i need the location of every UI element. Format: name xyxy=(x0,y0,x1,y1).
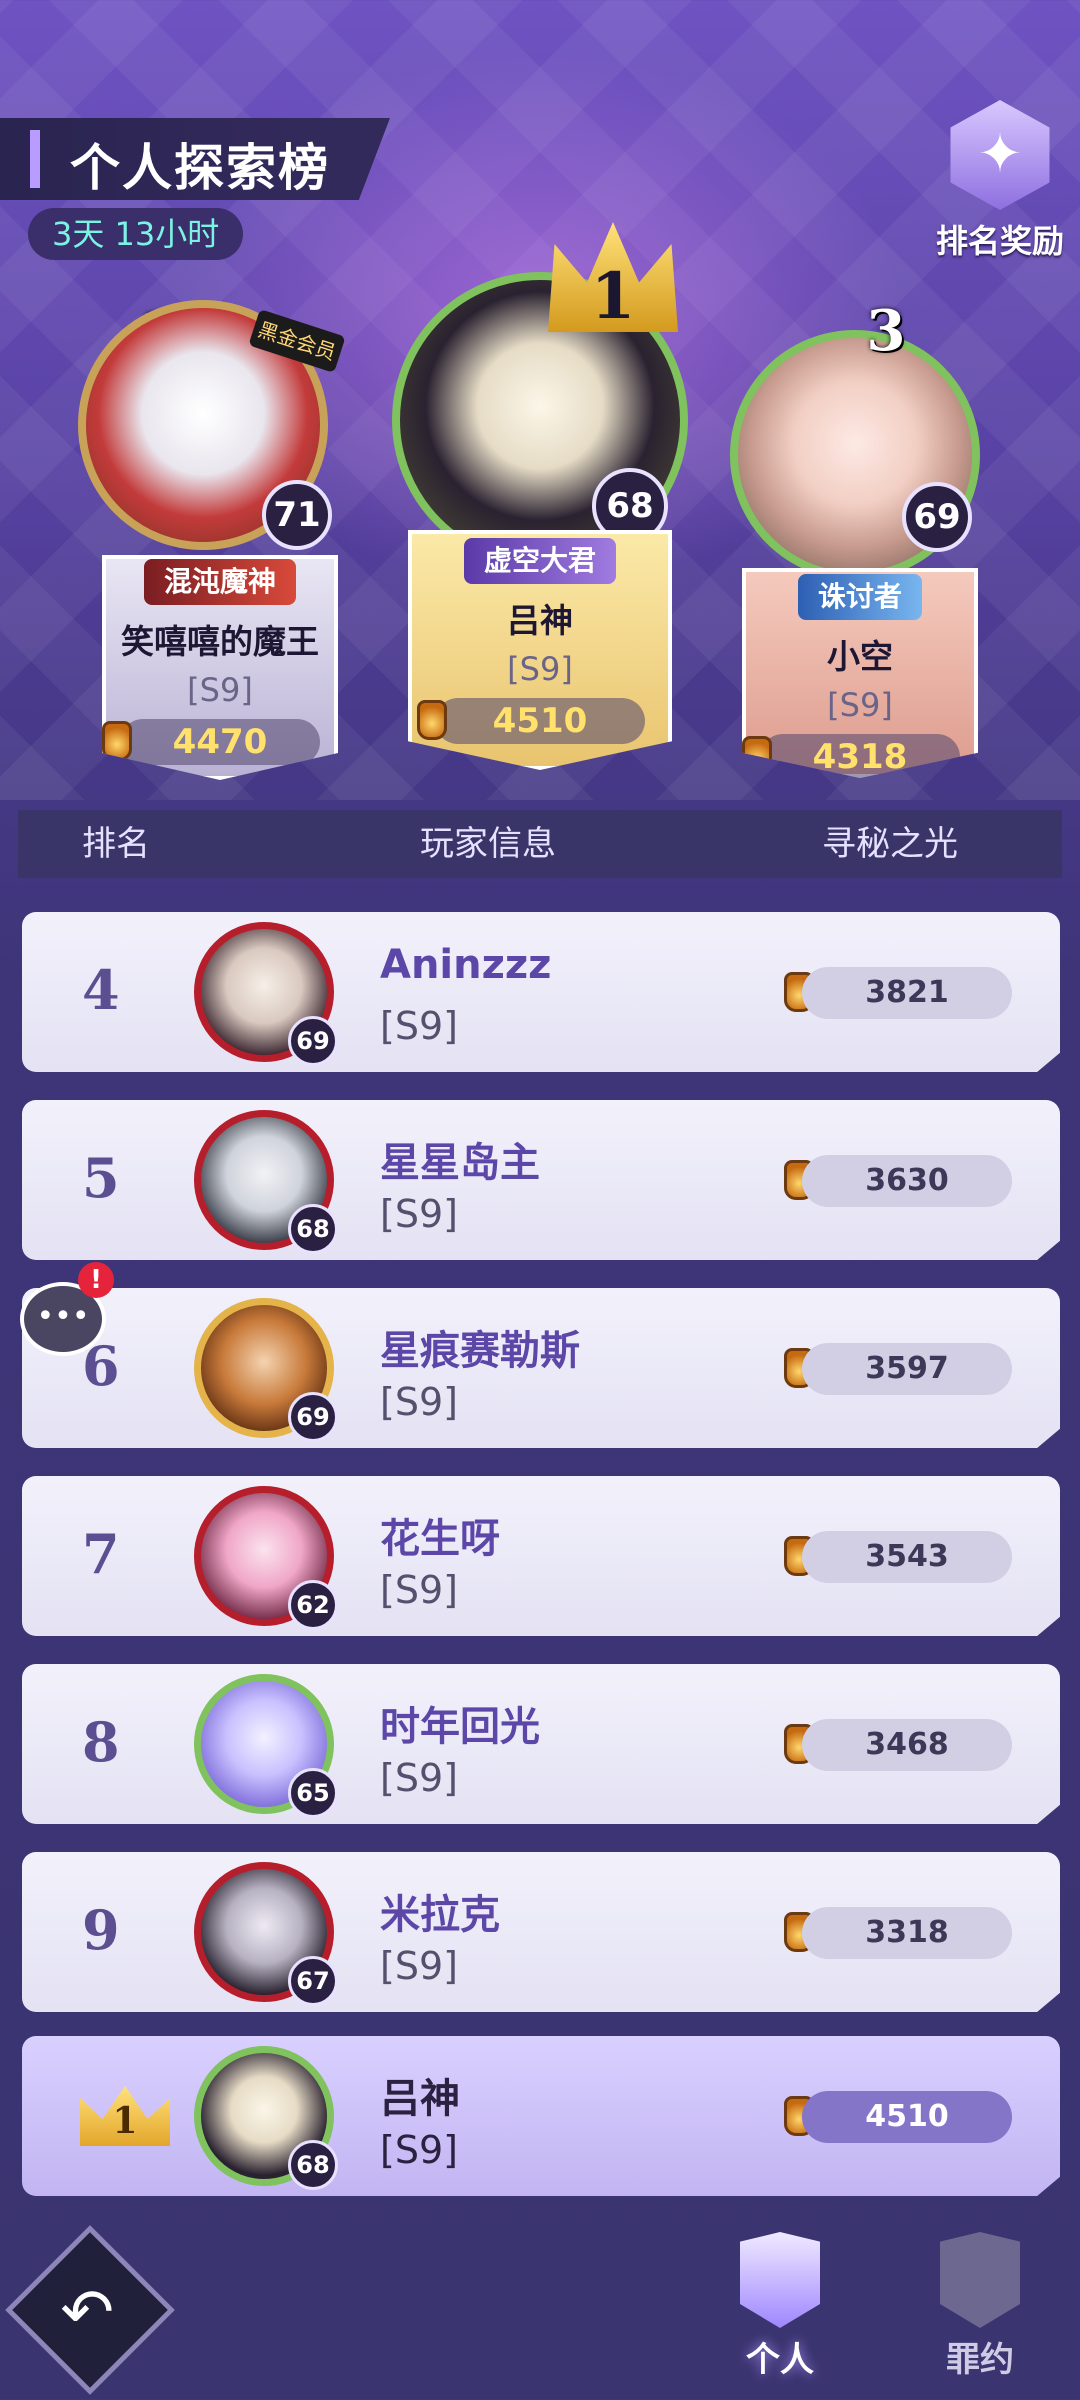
col-player-info: 玩家信息 xyxy=(420,824,556,864)
reward-label: 排名奖励 xyxy=(935,222,1064,260)
rank-reward-button[interactable]: ✦ 排名奖励 xyxy=(920,100,1080,260)
rank-number: 5 xyxy=(82,1146,120,1210)
player-server: [S9] xyxy=(380,1192,458,1236)
table-row[interactable]: 9 67 米拉克 [S9] 3318 xyxy=(22,1852,1060,2012)
lantern-icon xyxy=(417,700,447,740)
crown-shield-icon xyxy=(940,2232,1020,2328)
rank-1-crown-icon: 1 xyxy=(548,222,678,332)
rank-1-crown-icon: 1 xyxy=(80,2086,170,2146)
col-score: 寻秘之光 xyxy=(822,824,958,864)
player-name: 米拉克 xyxy=(380,1892,500,1938)
back-button[interactable]: ↶ xyxy=(5,2225,175,2395)
level-badge: 68 xyxy=(288,2140,338,2190)
player-name: 星痕赛勒斯 xyxy=(380,1328,580,1374)
player-server: [S9] xyxy=(380,1756,458,1800)
my-rank-row[interactable]: 1 68 吕神 [S9] 4510 xyxy=(22,2036,1060,2196)
player-name: 星星岛主 xyxy=(380,1140,540,1186)
player-name: 小空 xyxy=(827,637,893,676)
level-badge: 71 xyxy=(262,480,332,550)
level-badge: 67 xyxy=(288,1956,338,2006)
score-pill: 3821 xyxy=(802,967,1012,1019)
level-badge: 69 xyxy=(288,1392,338,1442)
score-pill: 4318 xyxy=(742,734,960,778)
tab-pact[interactable]: 罪约 xyxy=(910,2232,1050,2381)
lantern-icon xyxy=(742,736,772,776)
podium-plate: 虚空大君 吕神 [S9] 4510 xyxy=(408,530,672,770)
rank-number: 9 xyxy=(82,1898,120,1962)
player-name: 花生呀 xyxy=(380,1516,500,1562)
title-accent xyxy=(30,130,40,188)
podium-plate: 诛讨者 小空 [S9] 4318 xyxy=(742,568,978,778)
score-pill: 4510 xyxy=(802,2091,1012,2143)
player-server: [S9] xyxy=(380,2128,458,2172)
title-badge: 混沌魔神 xyxy=(143,559,296,605)
level-badge: 68 xyxy=(288,1204,338,1254)
rank-number: 6 xyxy=(82,1334,120,1398)
rank-number: 4 xyxy=(82,958,120,1022)
table-row[interactable]: 6 69 星痕赛勒斯 [S9] 3597 xyxy=(22,1288,1060,1448)
rank-number: 8 xyxy=(82,1710,120,1774)
level-badge: 65 xyxy=(288,1768,338,1818)
crown-shield-icon xyxy=(740,2232,820,2328)
tab-personal-label: 个人 xyxy=(746,2340,814,2380)
level-badge: 69 xyxy=(902,482,972,552)
score-pill: 3543 xyxy=(802,1531,1012,1583)
tab-personal[interactable]: 个人 xyxy=(710,2232,850,2381)
reward-emblem-icon: ✦ xyxy=(950,100,1050,210)
score-pill: 3468 xyxy=(802,1719,1012,1771)
table-row[interactable]: 7 62 花生呀 [S9] 3543 xyxy=(22,1476,1060,1636)
table-row[interactable]: 8 65 时年回光 [S9] 3468 xyxy=(22,1664,1060,1824)
title-badge: 虚空大君 xyxy=(463,538,616,584)
player-server: [S9] xyxy=(187,671,253,709)
level-badge: 62 xyxy=(288,1580,338,1630)
player-name: 吕神 xyxy=(380,2076,460,2122)
col-rank: 排名 xyxy=(82,824,150,864)
countdown-timer: 3天 13小时 xyxy=(28,208,244,260)
score-pill: 3597 xyxy=(802,1343,1012,1395)
player-server: [S9] xyxy=(827,686,893,724)
score-pill: 4510 xyxy=(417,698,645,744)
player-name: 笑嘻嘻的魔王 xyxy=(121,622,319,661)
page-title: 个人探索榜 xyxy=(70,139,330,197)
back-arrow-icon: ↶ xyxy=(60,2275,114,2350)
title-badge: 诛讨者 xyxy=(797,574,922,620)
table-row[interactable]: 5 68 星星岛主 [S9] 3630 xyxy=(22,1100,1060,1260)
player-server: [S9] xyxy=(380,1380,458,1424)
rank-number: 7 xyxy=(82,1522,120,1586)
player-server: [S9] xyxy=(507,650,573,688)
player-server: [S9] xyxy=(380,1568,458,1612)
lantern-icon xyxy=(102,721,132,761)
tab-pact-label: 罪约 xyxy=(946,2340,1014,2380)
player-name: 时年回光 xyxy=(380,1704,540,1750)
chat-alert-badge: ! xyxy=(78,1262,114,1298)
player-server: [S9] xyxy=(380,1004,458,1048)
player-name: Aninzzz xyxy=(380,942,552,988)
player-name: 吕神 xyxy=(507,601,573,640)
score-pill: 3318 xyxy=(802,1907,1012,1959)
table-header: 排名 玩家信息 寻秘之光 xyxy=(18,810,1062,878)
podium-plate: 混沌魔神 笑嘻嘻的魔王 [S9] 4470 xyxy=(102,555,338,780)
score-pill: 3630 xyxy=(802,1155,1012,1207)
player-server: [S9] xyxy=(380,1944,458,1988)
rank-3-crown-icon: 3 xyxy=(866,298,906,364)
table-row[interactable]: 4 69 Aninzzz [S9] 3821 xyxy=(22,912,1060,1072)
level-badge: 69 xyxy=(288,1016,338,1066)
score-pill: 4470 xyxy=(102,719,320,765)
